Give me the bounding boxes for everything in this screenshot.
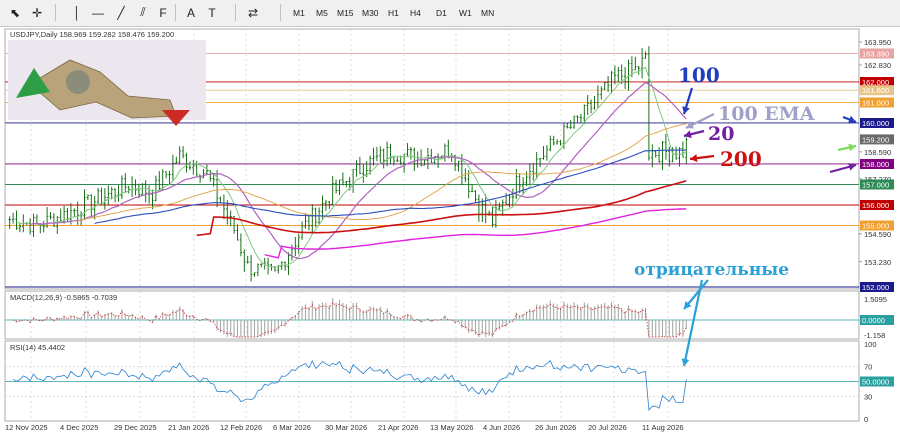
date-axis-label: 6 Mar 2026 [273, 423, 311, 432]
vertical-line-icon[interactable]: │ [68, 3, 86, 22]
rsi-scale-label: 0 [864, 415, 868, 424]
chart-area[interactable]: 100 100 EMA20200 отрицательные USDJPY,Dail… [0, 26, 900, 436]
arrow-shapes-icon[interactable]: ⇄ [244, 3, 262, 22]
text-label-icon[interactable]: T [203, 3, 221, 22]
rsi-scale-label: 70 [864, 363, 872, 372]
timeframe-m5-button[interactable]: M5 [316, 4, 328, 21]
toolbar-separator [235, 4, 236, 21]
date-axis-label: 20 Jul 2026 [588, 423, 627, 432]
toolbar-separator [280, 4, 281, 21]
price-axis-label: 162.830 [864, 61, 891, 70]
rsi-panel[interactable] [4, 340, 860, 422]
timeframe-m15-button[interactable]: M15 [337, 4, 354, 21]
price-axis-label: 156.000 [862, 201, 889, 210]
date-axis-label: 11 Aug 2026 [642, 423, 684, 432]
date-axis-label: 13 May 2026 [430, 423, 473, 432]
price-axis-label: 161.000 [862, 98, 889, 107]
price-axis-label: 160.000 [862, 119, 889, 128]
date-axis-label: 12 Feb 2026 [220, 423, 262, 432]
timeframe-w1-button[interactable]: W1 [459, 4, 472, 21]
price-axis-label: 159.200 [862, 135, 889, 144]
timeframe-h4-button[interactable]: H4 [410, 4, 421, 21]
price-axis-label: 157.000 [862, 180, 889, 189]
timeframe-d1-button[interactable]: D1 [436, 4, 447, 21]
timeframe-h1-button[interactable]: H1 [388, 4, 399, 21]
toolbar-separator [175, 4, 176, 21]
macd-label: MACD(12,26,9) -0.5865 -0.7039 [10, 293, 117, 302]
cursor-icon[interactable]: ⬉ [6, 3, 24, 22]
price-axis-label: 153.230 [864, 258, 891, 267]
price-axis-label: 154.590 [864, 230, 891, 239]
timeframe-m30-button[interactable]: M30 [362, 4, 379, 21]
price-axis-label: 161.600 [862, 86, 889, 95]
rsi-scale-label: 100 [864, 340, 877, 349]
macd-scale-label: 0.0000 [862, 316, 885, 325]
annotation-100-ema: 100 EMA [718, 103, 815, 125]
price-axis-label: 163.390 [862, 49, 889, 58]
horizontal-line-icon[interactable]: — [89, 3, 107, 22]
price-axis-label: 158.590 [864, 148, 891, 157]
text-icon[interactable]: A [182, 3, 200, 22]
price-axis-label: 158.000 [862, 160, 889, 169]
rsi-scale-label: 30 [864, 393, 872, 402]
trendline-icon[interactable]: ╱ [112, 3, 130, 22]
timeframe-m1-button[interactable]: M1 [293, 4, 305, 21]
annotation-20: 20 [708, 123, 734, 145]
equidistant-channel-icon[interactable]: ⫽ [134, 3, 152, 22]
date-axis-label: 26 Jun 2026 [535, 423, 576, 432]
toolbar-separator [55, 4, 56, 21]
crosshair-icon[interactable]: ✛ [28, 3, 46, 22]
timeframe-mn-button[interactable]: MN [481, 4, 494, 21]
fibonacci-icon[interactable]: F [154, 3, 172, 22]
macd-scale-label: 1.5095 [864, 295, 887, 304]
annotation-200: 200 [720, 147, 762, 171]
price-axis-label: 163.950 [864, 38, 891, 47]
annotation-100: 100 [678, 63, 720, 87]
annotation-negative: отрицательные [634, 260, 789, 280]
price-axis-label: 152.000 [862, 283, 889, 292]
date-axis-label: 12 Nov 2025 [5, 423, 48, 432]
symbol-info-label: USDJPY,Daily 158.969 159.282 158.476 159… [10, 30, 174, 39]
macd-scale-label: -1.158 [864, 331, 885, 340]
date-axis-label: 4 Dec 2025 [60, 423, 98, 432]
rsi-scale-label: 50.0000 [862, 378, 889, 387]
date-axis-label: 29 Dec 2025 [114, 423, 157, 432]
banknote-portrait-icon [66, 70, 90, 94]
macd-panel[interactable] [4, 290, 860, 340]
date-axis-label: 4 Jun 2026 [483, 423, 520, 432]
date-axis-label: 21 Apr 2026 [378, 423, 418, 432]
date-axis-label: 30 Mar 2026 [325, 423, 367, 432]
rsi-label: RSI(14) 45.4402 [10, 343, 65, 352]
date-axis-label: 21 Jan 2026 [168, 423, 209, 432]
toolbar: ⬉ ✛ │ — ╱ ⫽ F A T ⇄ M1 M5 M15 M30 H1 H4 D1 W1 MN [0, 0, 900, 27]
